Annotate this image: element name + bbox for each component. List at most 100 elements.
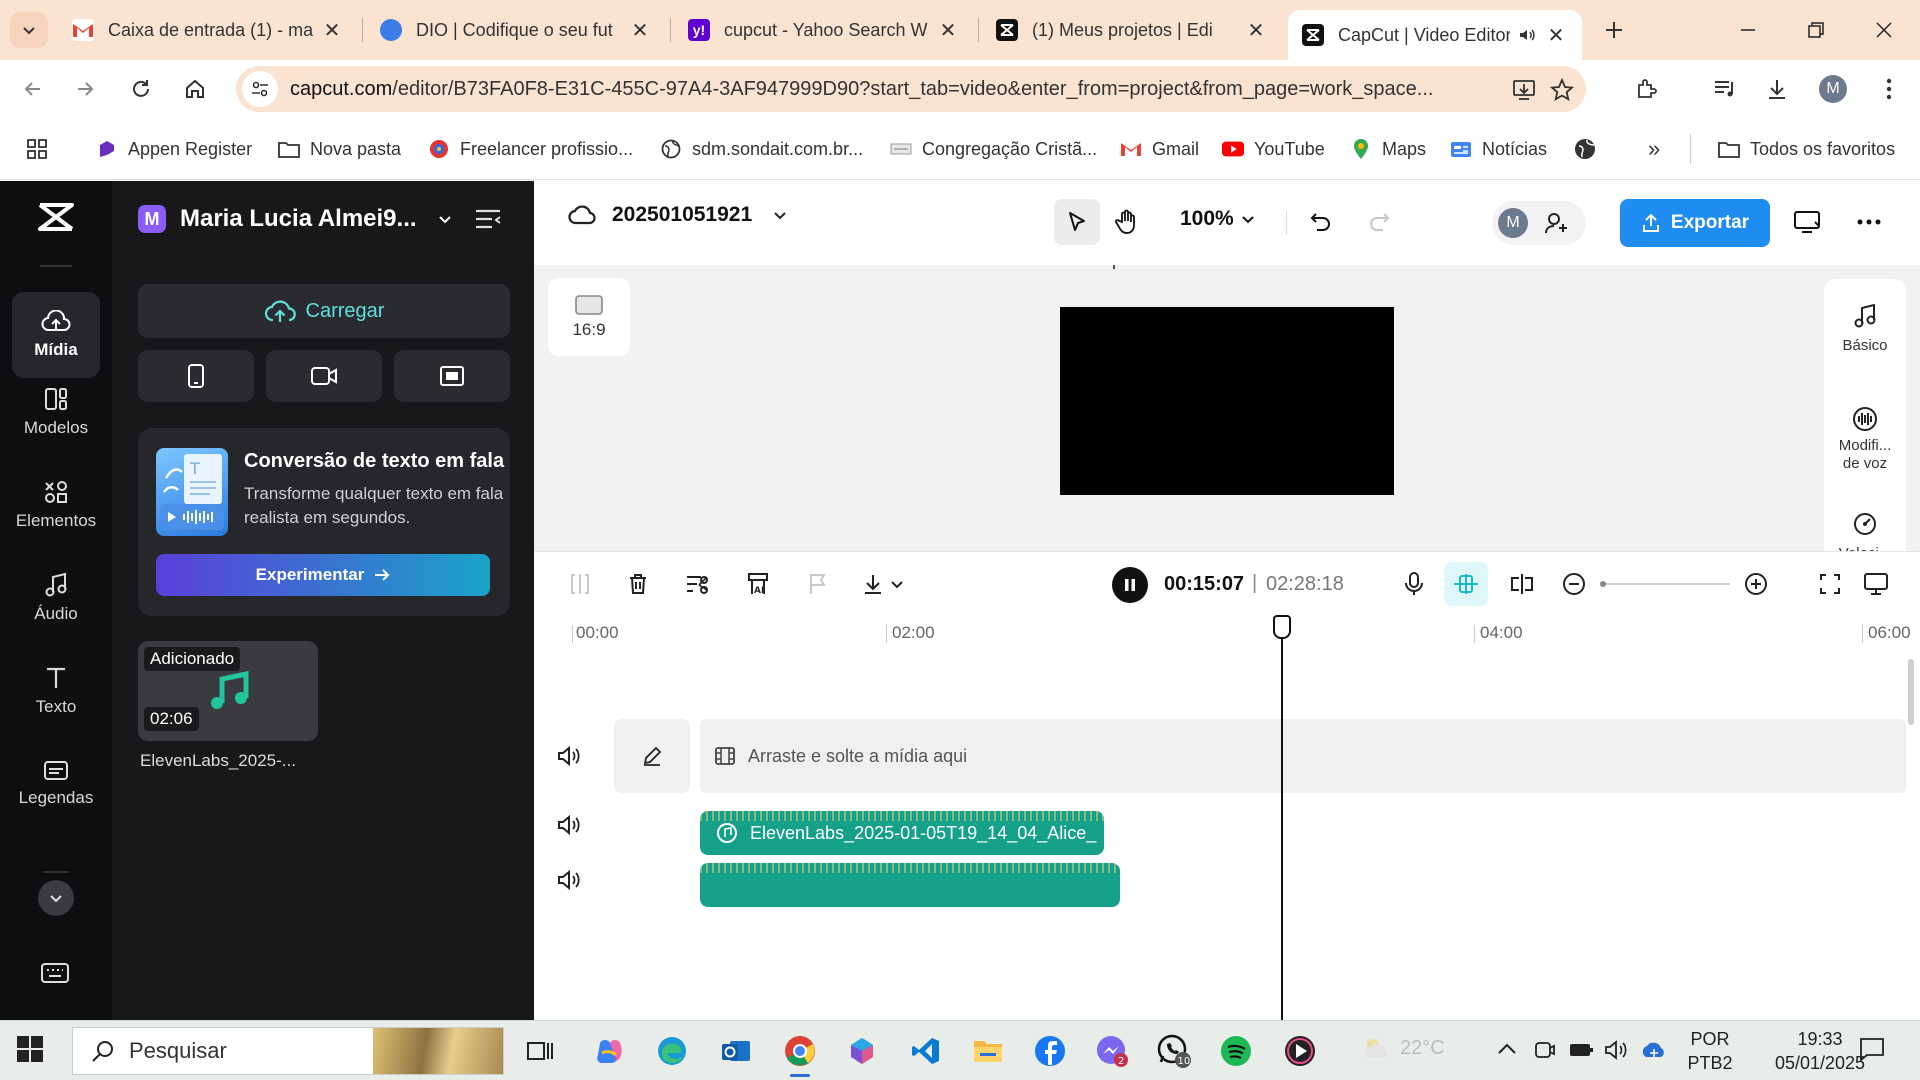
smart-edit-button[interactable]: AI <box>738 566 778 602</box>
zoom-dropdown[interactable]: 100% <box>1180 207 1256 231</box>
volume-icon[interactable] <box>1604 1039 1628 1061</box>
downloads-button[interactable] <box>1758 70 1796 108</box>
start-button[interactable] <box>16 1035 48 1067</box>
split-button[interactable] <box>560 566 600 602</box>
task-view-button[interactable] <box>520 1031 560 1071</box>
select-tool-button[interactable] <box>1054 199 1100 245</box>
chrome-app[interactable] <box>780 1031 820 1077</box>
close-icon[interactable]: ✕ <box>936 18 960 43</box>
language-indicator[interactable]: POR PTB2 <box>1680 1027 1740 1075</box>
battery-icon[interactable] <box>1568 1040 1594 1060</box>
site-info-icon[interactable] <box>242 71 278 107</box>
try-tts-button[interactable]: Experimentar <box>156 554 490 596</box>
restore-button[interactable] <box>1794 10 1838 50</box>
outlook-app[interactable] <box>716 1031 756 1071</box>
notifications-button[interactable] <box>1858 1035 1886 1063</box>
bookmark-item[interactable]: Gmail <box>1120 134 1199 164</box>
zoom-in-button[interactable] <box>1736 566 1776 602</box>
main-track-mute-button[interactable] <box>554 741 584 771</box>
cover-edit-button[interactable] <box>614 719 690 793</box>
delete-button[interactable] <box>618 566 658 602</box>
bookmark-item[interactable]: Notícias <box>1450 134 1547 164</box>
show-hidden-icons-button[interactable] <box>1496 1039 1518 1059</box>
redo-button[interactable] <box>1356 199 1402 245</box>
audio-clip[interactable]: ElevenLabs_2025-01-05T19_14_04_Alice_ <box>700 811 1104 855</box>
fit-timeline-button[interactable] <box>1810 566 1850 602</box>
sidebar-item-elementos[interactable]: Elementos <box>12 462 100 548</box>
prop-basic[interactable]: Básico <box>1824 303 1906 355</box>
tab-dio[interactable]: DIO | Codifique o seu fut ✕ <box>366 8 666 52</box>
prop-voice-changer[interactable]: Modifi... de voz <box>1824 405 1906 473</box>
sidebar-item-legendas[interactable]: Legendas <box>12 741 100 827</box>
media-thumbnail[interactable]: Adicionado 02:06 <box>138 641 318 741</box>
hand-tool-button[interactable] <box>1104 199 1150 245</box>
media-controls-button[interactable] <box>1706 70 1744 108</box>
aspect-ratio-button[interactable]: 16:9 <box>548 278 630 356</box>
undo-button[interactable] <box>1298 199 1344 245</box>
browser-menu-button[interactable] <box>1870 70 1908 108</box>
remove-bg-button[interactable] <box>678 566 718 602</box>
keyboard-shortcuts-button[interactable] <box>40 961 72 987</box>
collapse-panel-button[interactable] <box>474 207 504 233</box>
more-bookmarks-button[interactable]: » <box>1648 134 1660 164</box>
video-preview[interactable] <box>1060 307 1394 495</box>
taskbar-search[interactable]: Pesquisar <box>72 1027 504 1075</box>
tab-gmail[interactable]: Caixa de entrada (1) - ma ✕ <box>58 8 358 52</box>
upload-from-phone-button[interactable] <box>138 350 254 402</box>
zoom-out-button[interactable] <box>1554 566 1594 602</box>
facebook-app[interactable] <box>1030 1031 1070 1071</box>
bookmark-item[interactable]: Maps <box>1350 134 1426 164</box>
timeline-scrollbar[interactable] <box>1908 659 1914 725</box>
pause-button[interactable] <box>1112 567 1148 603</box>
file-explorer-app[interactable] <box>968 1031 1008 1071</box>
project-name-dropdown[interactable]: 202501051921 <box>568 203 788 227</box>
teams-app[interactable]: 2 <box>1092 1031 1132 1071</box>
avatar[interactable]: M <box>1498 208 1528 238</box>
close-icon[interactable]: ✕ <box>1244 18 1268 43</box>
bookmark-item[interactable]: Appen Register <box>96 134 252 164</box>
extensions-button[interactable] <box>1628 70 1666 108</box>
bookmark-folder[interactable]: Nova pasta <box>278 134 401 164</box>
record-video-button[interactable] <box>266 350 382 402</box>
link-clips-button[interactable] <box>1502 566 1542 602</box>
marker-button[interactable] <box>798 566 838 602</box>
sidebar-item-midia[interactable]: Mídia <box>12 292 100 378</box>
close-icon[interactable]: ✕ <box>320 18 344 43</box>
download-options-button[interactable] <box>856 566 912 602</box>
minimize-button[interactable] <box>1726 10 1770 50</box>
install-app-icon[interactable] <box>1508 74 1540 106</box>
edge-app[interactable] <box>652 1031 692 1071</box>
tab-search-button[interactable] <box>10 12 48 48</box>
back-button[interactable] <box>14 70 52 108</box>
audio-track-mute-button[interactable] <box>554 810 584 840</box>
bookmark-item[interactable] <box>1574 134 1606 164</box>
bookmark-item[interactable]: Freelancer profissio... <box>428 134 633 164</box>
vscode-app[interactable] <box>906 1031 946 1071</box>
copilot-app[interactable] <box>590 1031 630 1071</box>
main-video-track[interactable]: Arraste e solte a mídia aqui <box>700 719 1906 793</box>
media-player-app[interactable] <box>1280 1031 1320 1071</box>
record-screen-button[interactable] <box>394 350 510 402</box>
magnet-snap-button[interactable] <box>1444 562 1488 606</box>
apps-button[interactable] <box>26 134 48 164</box>
sidebar-item-texto[interactable]: Texto <box>12 648 100 734</box>
forward-button[interactable] <box>66 70 104 108</box>
present-button[interactable] <box>1784 199 1830 245</box>
timeline-display-button[interactable] <box>1856 566 1896 602</box>
close-icon[interactable]: ✕ <box>1544 23 1568 48</box>
tab-capcut-projects[interactable]: (1) Meus projetos | Edi ✕ <box>982 8 1282 52</box>
meet-now-icon[interactable] <box>1534 1039 1556 1061</box>
tab-yahoo[interactable]: y! cupcut - Yahoo Search W ✕ <box>674 8 974 52</box>
invite-button[interactable] <box>1544 211 1570 235</box>
playhead-handle[interactable] <box>1273 615 1291 639</box>
bookmark-item[interactable]: Congregação Cristã... <box>890 134 1097 164</box>
more-tools-button[interactable] <box>38 880 74 916</box>
new-tab-button[interactable] <box>1592 10 1636 50</box>
audio-track-2-mute-button[interactable] <box>554 865 584 895</box>
audio-clip[interactable] <box>700 863 1120 907</box>
all-favorites-folder[interactable]: Todos os favoritos <box>1718 134 1895 164</box>
upload-button[interactable]: Carregar <box>138 284 510 338</box>
close-window-button[interactable] <box>1862 10 1906 50</box>
bookmark-item[interactable]: YouTube <box>1222 134 1325 164</box>
star-icon[interactable] <box>1546 74 1578 106</box>
